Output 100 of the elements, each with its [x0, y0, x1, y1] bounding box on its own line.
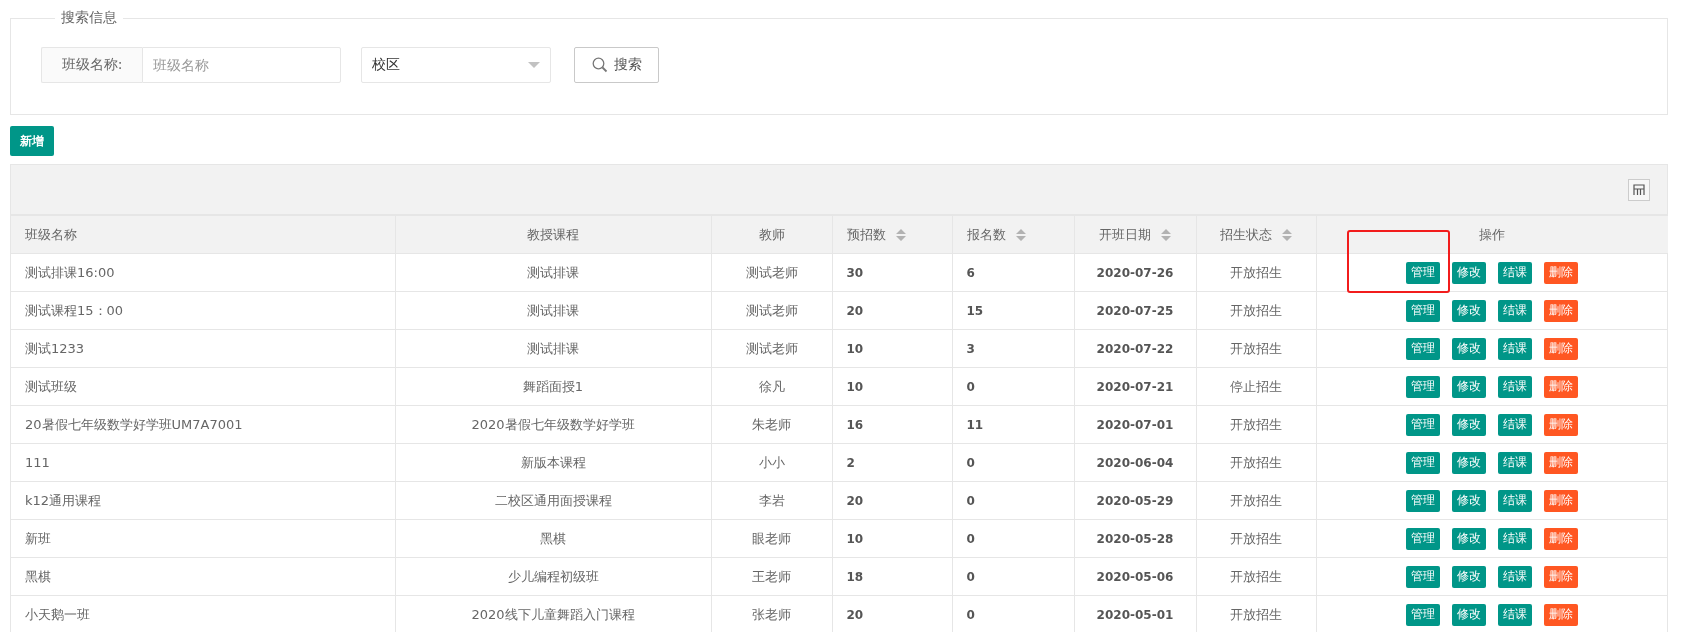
add-button[interactable]: 新增 — [10, 126, 54, 156]
delete-button[interactable]: 删除 — [1544, 451, 1579, 474]
action-button[interactable]: 管理 — [1406, 603, 1441, 626]
table-cell: 2020-07-26 — [1074, 253, 1196, 292]
action-button[interactable]: 结课 — [1498, 375, 1533, 398]
select-value: 校区 — [372, 56, 400, 74]
table-cell: 开放招生 — [1196, 557, 1316, 596]
delete-button[interactable]: 删除 — [1544, 413, 1579, 436]
table-cell: 10 — [832, 519, 952, 558]
table-cell: 6 — [952, 253, 1074, 292]
action-button[interactable]: 管理 — [1406, 565, 1441, 588]
table-cell: 11 — [952, 405, 1074, 444]
table-cell: 开放招生 — [1196, 405, 1316, 444]
table-cell: 0 — [952, 481, 1074, 520]
action-button[interactable]: 结课 — [1498, 451, 1533, 474]
table-cell: 0 — [952, 519, 1074, 558]
action-button[interactable]: 管理 — [1406, 451, 1441, 474]
action-button[interactable]: 管理 — [1406, 375, 1441, 398]
table-cell: 测试老师 — [711, 291, 832, 330]
table-cell: 测试1233 — [11, 329, 395, 368]
column-header: 班级名称 — [25, 225, 77, 244]
action-button[interactable]: 结课 — [1498, 337, 1533, 360]
table-cell: 2020-07-21 — [1074, 367, 1196, 406]
action-button[interactable]: 修改 — [1452, 565, 1487, 588]
delete-button[interactable]: 删除 — [1544, 299, 1579, 322]
action-button[interactable]: 结课 — [1498, 261, 1533, 284]
action-button[interactable]: 结课 — [1498, 603, 1533, 626]
panel-legend: 搜索信息 — [55, 9, 123, 27]
column-header: 操作 — [1479, 225, 1506, 244]
campus-select[interactable]: 校区 — [361, 47, 551, 83]
table-cell: 111 — [11, 443, 395, 482]
action-button[interactable]: 修改 — [1452, 527, 1487, 550]
action-button[interactable]: 管理 — [1406, 299, 1441, 322]
table-cell: 2020-07-01 — [1074, 405, 1196, 444]
column-header: 预招数 — [846, 225, 886, 244]
table-cell: 开放招生 — [1196, 329, 1316, 368]
action-button[interactable]: 管理 — [1406, 337, 1441, 360]
table-cell: 0 — [952, 557, 1074, 596]
column-header: 教授课程 — [527, 225, 579, 244]
action-button[interactable]: 修改 — [1452, 299, 1487, 322]
table-cell: 20 — [832, 481, 952, 520]
table-cell: 新班 — [11, 519, 395, 558]
search-button[interactable]: 搜索 — [574, 47, 659, 83]
delete-button[interactable]: 删除 — [1544, 375, 1579, 398]
table-cell: 测试老师 — [711, 253, 832, 292]
columns-toggle-icon[interactable] — [1628, 178, 1650, 201]
table-cell: 测试课程15：00 — [11, 291, 395, 330]
table-cell: 黑棋 — [11, 557, 395, 596]
table-cell: 开放招生 — [1196, 519, 1316, 558]
sort-icon[interactable] — [1282, 228, 1292, 241]
action-button[interactable]: 管理 — [1406, 489, 1441, 512]
delete-button[interactable]: 删除 — [1544, 527, 1579, 550]
delete-button[interactable]: 删除 — [1544, 261, 1579, 284]
delete-button[interactable]: 删除 — [1544, 489, 1579, 512]
table-cell: 测试排课 — [395, 329, 711, 368]
action-button[interactable]: 修改 — [1452, 413, 1487, 436]
table-cell: 测试排课 — [395, 291, 711, 330]
action-button[interactable]: 结课 — [1498, 413, 1533, 436]
action-button[interactable]: 修改 — [1452, 489, 1487, 512]
table-cell: 0 — [952, 367, 1074, 406]
delete-button[interactable]: 删除 — [1544, 603, 1579, 626]
sort-icon[interactable] — [1015, 228, 1026, 241]
table-cell: 测试排课 — [395, 253, 711, 292]
table-cell: 黑棋 — [395, 519, 711, 558]
class-name-field[interactable]: 班级名称 — [142, 47, 341, 83]
table-cell: 2020暑假七年级数学好学班 — [395, 405, 711, 444]
column-header: 报名数 — [966, 225, 1006, 244]
action-button[interactable]: 结课 — [1498, 527, 1533, 550]
table-cell: 20 — [832, 291, 952, 330]
table-cell: k12通用课程 — [11, 481, 395, 520]
table-cell: 朱老师 — [711, 405, 832, 444]
table-cell: 20暑假七年级数学好学班UM7A7001 — [11, 405, 395, 444]
table-cell: 2020-07-22 — [1074, 329, 1196, 368]
column-header: 教师 — [758, 225, 785, 244]
table-cell: 15 — [952, 291, 1074, 330]
table-cell: 舞蹈面授1 — [395, 367, 711, 406]
table-cell: 3 — [952, 329, 1074, 368]
table-cell: 18 — [832, 557, 952, 596]
action-button[interactable]: 管理 — [1406, 527, 1441, 550]
action-button[interactable]: 修改 — [1452, 375, 1487, 398]
table-cell: 开放招生 — [1196, 481, 1316, 520]
action-button[interactable]: 修改 — [1452, 603, 1487, 626]
action-button[interactable]: 修改 — [1452, 337, 1487, 360]
table-cell: 李岩 — [711, 481, 832, 520]
action-button[interactable]: 结课 — [1498, 299, 1533, 322]
sort-icon[interactable] — [895, 228, 906, 241]
action-button[interactable]: 结课 — [1498, 489, 1533, 512]
search-icon — [591, 57, 608, 73]
table-cell: 测试排课16:00 — [11, 253, 395, 292]
table-cell: 开放招生 — [1196, 253, 1316, 292]
action-button[interactable]: 管理 — [1406, 261, 1441, 284]
action-button[interactable]: 结课 — [1498, 565, 1533, 588]
action-button[interactable]: 修改 — [1452, 451, 1487, 474]
table-cell: 徐凡 — [711, 367, 832, 406]
sort-icon[interactable] — [1161, 228, 1171, 241]
action-button[interactable]: 修改 — [1452, 261, 1487, 284]
delete-button[interactable]: 删除 — [1544, 337, 1579, 360]
delete-button[interactable]: 删除 — [1544, 565, 1579, 588]
action-button[interactable]: 管理 — [1406, 413, 1441, 436]
table-cell: 10 — [832, 329, 952, 368]
